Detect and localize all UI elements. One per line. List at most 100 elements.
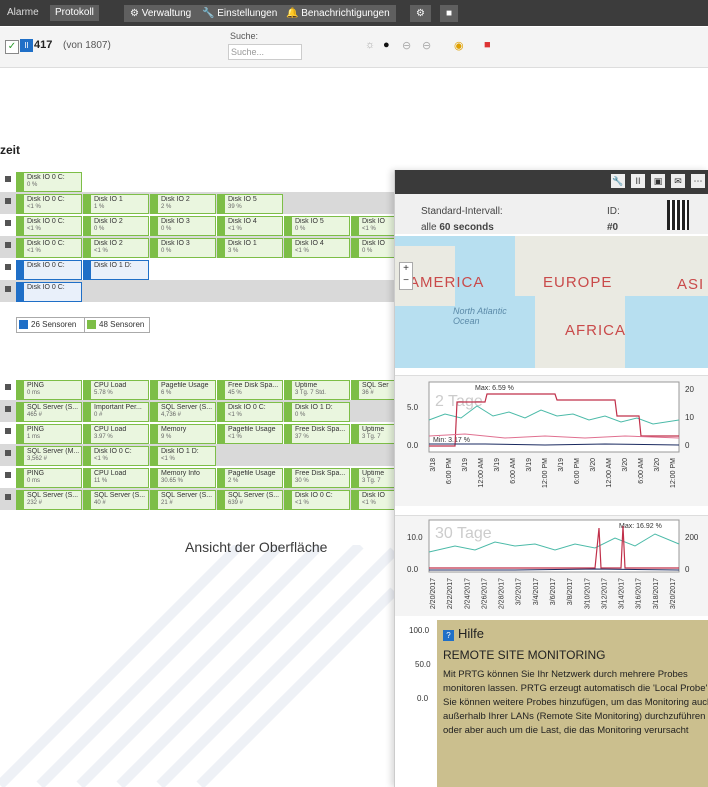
sensor-tile[interactable]: Free Disk Spa... 37 % — [284, 424, 350, 444]
sensor-tile[interactable]: Disk IO 0 C: <1 % — [284, 490, 350, 510]
wrench-icon[interactable]: 🔧 — [611, 174, 625, 188]
x-tick-label: 3/8/2017 — [567, 578, 574, 605]
sensor-tile[interactable]: Pagefile Usage 2 % — [217, 468, 283, 488]
sensor-tile[interactable]: Disk IO 4 <1 % — [217, 216, 283, 236]
sensor-tile[interactable]: Disk IO 0 C: 0 % — [16, 172, 82, 192]
sensor-value: <1 % — [94, 456, 108, 462]
sensor-tile[interactable]: SQL Server (S... 232 # — [16, 490, 82, 510]
sensor-tile[interactable]: Disk IO 0 C: — [16, 282, 82, 302]
sensor-tile[interactable]: Disk IO 0 C: <1 % — [83, 446, 149, 466]
flag-icon[interactable] — [5, 494, 11, 500]
sensor-tile[interactable]: Disk IO 11 % — [83, 194, 149, 214]
sensor-tile[interactable]: Disk IO 30 % — [150, 216, 216, 236]
flag-icon[interactable] — [5, 264, 11, 270]
filter-pause-icon[interactable]: ⊖ — [402, 39, 411, 52]
up-sensors-pill[interactable]: 48 Sensoren — [84, 317, 150, 333]
sensor-tile[interactable]: Free Disk Spa... 45 % — [217, 380, 283, 400]
verwaltung-button[interactable]: ⚙ Verwaltung — [124, 5, 198, 22]
x-tick-label: 3/20/2017 — [670, 578, 677, 609]
sensor-tile[interactable]: Disk IO 5 39 % — [217, 194, 283, 214]
sensor-tile[interactable]: Pagefile Usage 6 % — [150, 380, 216, 400]
sensor-tile[interactable]: Disk IO 1 D: — [83, 260, 149, 280]
sensor-tile[interactable]: CPU Load 5.78 % — [83, 380, 149, 400]
benachrichtigungen-button[interactable]: 🔔 Benachrichtigungen — [280, 5, 396, 22]
search-input[interactable]: Suche... — [228, 44, 302, 60]
sensor-tile[interactable]: SQL Server (S... 21 # — [150, 490, 216, 510]
sensor-tile[interactable]: Disk IO 0 C: <1 % — [16, 216, 82, 236]
pause-status-icon[interactable]: II — [20, 39, 33, 52]
mail-icon[interactable]: ✉ — [671, 174, 685, 188]
more-icon[interactable]: ⋯ — [691, 174, 705, 188]
sensor-tile[interactable]: Memory 9 % — [150, 424, 216, 444]
pause-icon-button[interactable]: ■ — [440, 5, 459, 22]
sensor-tile[interactable]: Disk IO 0 C: <1 % — [217, 402, 283, 422]
x-tick-label: 3/20 — [590, 458, 597, 472]
sensor-tile[interactable]: SQL Server (M... 3,562 # — [16, 446, 82, 466]
sensor-tile[interactable]: Disk IO 50 % — [284, 216, 350, 236]
sensor-tile[interactable]: Disk IO 0 C: <1 % — [16, 194, 82, 214]
settings-icon-button[interactable]: ⚙ — [410, 5, 431, 22]
filter-unknown-icon[interactable]: ⊖ — [422, 39, 431, 52]
sensor-tile[interactable]: Important Per... 0 # — [83, 402, 149, 422]
sensor-tile[interactable]: SQL Server (S... 4,736 # — [150, 402, 216, 422]
tab-alarme[interactable]: Alarme — [2, 5, 44, 21]
status-indicator — [17, 261, 24, 279]
sensor-name: Disk IO 2 — [161, 196, 190, 203]
paused-sensors-pill[interactable]: 26 Sensoren — [16, 317, 92, 333]
sensor-tile[interactable]: Disk IO 1 D: <1 % — [150, 446, 216, 466]
flag-icon[interactable] — [5, 428, 11, 434]
x-tick-label: 3/6/2017 — [550, 578, 557, 605]
interval-seconds: 60 seconds — [439, 222, 494, 233]
sensor-tile[interactable]: SQL Server (S... 465 # — [16, 402, 82, 422]
map-zoom-control[interactable]: + − — [399, 262, 413, 290]
tab-protokoll[interactable]: Protokoll — [50, 5, 99, 21]
filter-warning-icon[interactable]: ◉ — [454, 39, 464, 52]
flag-icon[interactable] — [5, 176, 11, 182]
sensor-tile[interactable]: CPU Load 11 % — [83, 468, 149, 488]
sensor-tile[interactable]: Memory Info 30.65 % — [150, 468, 216, 488]
sensor-tile[interactable]: Disk IO 2 <1 % — [83, 238, 149, 258]
filter-error-icon[interactable]: ■ — [484, 39, 491, 51]
flag-icon[interactable] — [5, 198, 11, 204]
sensor-tile[interactable]: Disk IO 0 C: <1 % — [16, 238, 82, 258]
sensor-tile[interactable]: Disk IO 20 % — [83, 216, 149, 236]
graph-30-days-svg: 30 Tage Max: 16.92 % 10.0 0.0 200 0 2/20… — [407, 519, 699, 609]
sensor-tile[interactable]: Disk IO 30 % — [150, 238, 216, 258]
qr-code-icon[interactable] — [667, 200, 689, 230]
filter-status-icon[interactable]: ☼ — [365, 39, 375, 51]
flag-icon[interactable] — [5, 286, 11, 292]
sensor-tile[interactable]: Uptime 3 Tg. 7 Std. — [284, 380, 350, 400]
sensor-tile[interactable]: Disk IO 22 % — [150, 194, 216, 214]
sensor-tile[interactable]: Disk IO 13 % — [217, 238, 283, 258]
sensor-tile[interactable]: Free Disk Spa... 30 % — [284, 468, 350, 488]
status-indicator — [352, 217, 359, 235]
flag-icon[interactable] — [5, 450, 11, 456]
flag-icon[interactable] — [5, 406, 11, 412]
status-indicator — [285, 469, 292, 487]
flag-icon[interactable] — [5, 242, 11, 248]
graph-30-days[interactable]: 30 Tage Max: 16.92 % 10.0 0.0 200 0 2/20… — [395, 515, 708, 616]
id-label: ID: — [607, 206, 620, 217]
sensor-name: SQL Server (S... — [27, 492, 79, 499]
sensor-tile[interactable]: PING 1 ms — [16, 424, 82, 444]
sensor-tile[interactable]: SQL Server (S... 639 # — [217, 490, 283, 510]
sensor-tile[interactable]: PING 0 ms — [16, 380, 82, 400]
sensor-tile[interactable]: SQL Server (S... 40 # — [83, 490, 149, 510]
einstellungen-button[interactable]: 🔧 Einstellungen — [196, 5, 284, 22]
sensor-tile[interactable]: CPU Load 3.97 % — [83, 424, 149, 444]
flag-icon[interactable] — [5, 220, 11, 226]
pause-icon[interactable]: II — [631, 174, 645, 188]
select-all-checkbox[interactable]: ✓ — [5, 40, 19, 54]
sensor-tile[interactable]: Pagefile Usage <1 % — [217, 424, 283, 444]
filter-circle-icon[interactable]: ● — [383, 39, 390, 51]
sensor-tile[interactable]: PING 0 ms — [16, 468, 82, 488]
world-map[interactable]: AMERICA EUROPE ASI AFRICA North Atlantic… — [395, 236, 708, 368]
sensor-tile[interactable]: Disk IO 0 C: — [16, 260, 82, 280]
flag-icon[interactable] — [5, 472, 11, 478]
clone-icon[interactable]: ▣ — [651, 174, 665, 188]
x-tick-label: 3/20 — [622, 458, 629, 472]
flag-icon[interactable] — [5, 384, 11, 390]
sensor-tile[interactable]: Disk IO 1 D: 0 % — [284, 402, 350, 422]
sensor-tile[interactable]: Disk IO 4 <1 % — [284, 238, 350, 258]
graph-2-days[interactable]: 2 Tage Max: 6.59 % Min: 3.17 % 5.0 0.0 2… — [395, 375, 708, 506]
